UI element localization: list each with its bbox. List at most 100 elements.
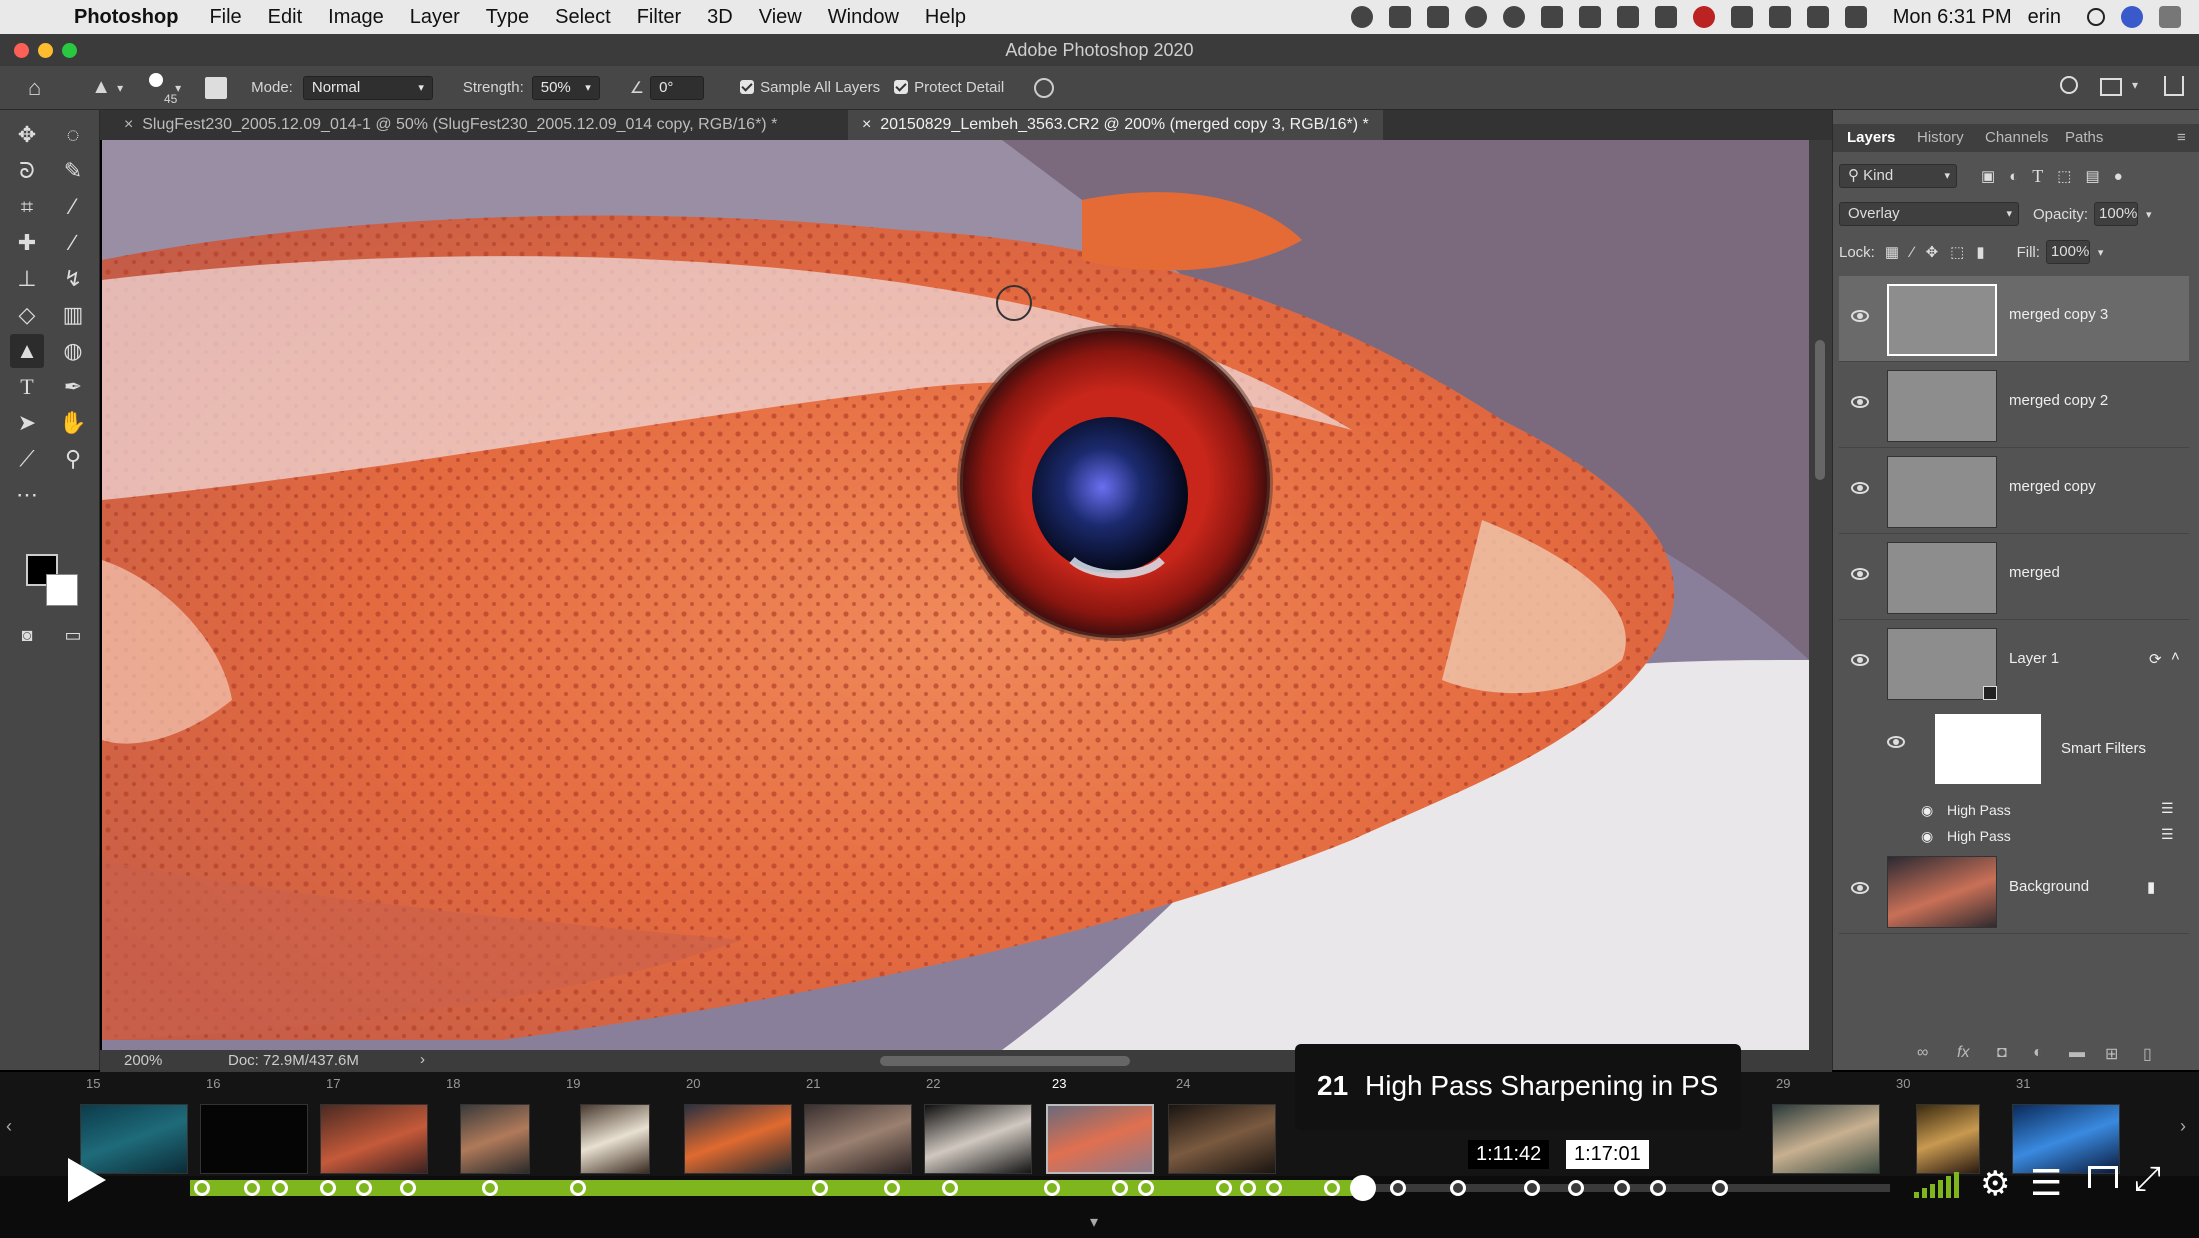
chapters-list-icon[interactable]: ☰ bbox=[2030, 1162, 2062, 1204]
home-icon[interactable]: ⌂ bbox=[28, 75, 41, 101]
tab-slugfest[interactable]: × SlugFest230_2005.12.09_014-1 @ 50% (Sl… bbox=[110, 110, 791, 140]
sharpen-tool-icon[interactable]: ▲ bbox=[10, 334, 44, 368]
filter-options-icon[interactable]: ☰ bbox=[2161, 826, 2174, 843]
chapter-thumbnail[interactable] bbox=[1772, 1104, 1880, 1174]
screen-mode-icon[interactable]: ▭ bbox=[56, 618, 90, 652]
blend-mode-select[interactable]: Overlay ▾ bbox=[1839, 202, 2019, 226]
layer-row[interactable]: Layer 1 ⟳ ˄ bbox=[1839, 620, 2189, 706]
chapter-marker[interactable] bbox=[1614, 1180, 1630, 1196]
chapter-marker[interactable] bbox=[272, 1180, 288, 1196]
chapter-marker[interactable] bbox=[1524, 1180, 1540, 1196]
menu-window[interactable]: Window bbox=[828, 6, 899, 29]
workspace-icon[interactable] bbox=[2100, 78, 2122, 96]
minimize-window-button[interactable] bbox=[38, 43, 53, 58]
filter-pixel-icon[interactable]: ▣ bbox=[1981, 167, 1995, 185]
chapter-marker[interactable] bbox=[1712, 1180, 1728, 1196]
filter-shape-icon[interactable]: ⬚ bbox=[2057, 167, 2071, 185]
layer-name[interactable]: merged copy bbox=[2009, 478, 2096, 495]
protect-detail-checkbox[interactable]: Protect Detail bbox=[894, 79, 1004, 96]
tab-paths[interactable]: Paths bbox=[2065, 124, 2103, 152]
crop-tool-icon[interactable]: ⌗ bbox=[10, 190, 44, 224]
eyedropper-tool-icon[interactable]: ⁄ bbox=[56, 190, 90, 224]
lock-all-icon[interactable]: ▮ bbox=[1976, 243, 1984, 261]
chapter-marker[interactable] bbox=[1240, 1180, 1256, 1196]
airplay-icon[interactable] bbox=[1730, 6, 1753, 28]
arrow-app-icon[interactable] bbox=[1654, 6, 1677, 28]
sharpen-tool-icon[interactable]: ▲ bbox=[91, 76, 111, 99]
chapter-thumbnail[interactable] bbox=[684, 1104, 792, 1174]
lock-image-icon[interactable]: ∕ bbox=[1911, 244, 1914, 261]
eye-icon[interactable] bbox=[1851, 654, 1869, 666]
eye-icon[interactable] bbox=[1851, 482, 1869, 494]
layer-name[interactable]: merged copy 3 bbox=[2009, 306, 2108, 323]
background-color-swatch[interactable] bbox=[46, 574, 78, 606]
m-app-icon[interactable] bbox=[1540, 6, 1563, 28]
chapter-marker[interactable] bbox=[356, 1180, 372, 1196]
brush-tool-icon[interactable]: ∕ bbox=[56, 226, 90, 260]
chapter-marker[interactable] bbox=[1112, 1180, 1128, 1196]
eye-icon[interactable] bbox=[1851, 882, 1869, 894]
menu-layer[interactable]: Layer bbox=[410, 6, 460, 29]
eye-icon[interactable] bbox=[1887, 736, 1905, 748]
move-tool-icon[interactable]: ✥ bbox=[10, 118, 44, 152]
line-tool-icon[interactable]: ⟋ bbox=[10, 442, 44, 476]
scroll-thumb[interactable] bbox=[1815, 340, 1825, 480]
collapse-chevron-icon[interactable]: ▾ bbox=[1090, 1212, 1098, 1232]
menu-select[interactable]: Select bbox=[555, 6, 611, 29]
menu-edit[interactable]: Edit bbox=[268, 6, 302, 29]
layer-row[interactable]: merged copy 3 bbox=[1839, 276, 2189, 362]
menu-view[interactable]: View bbox=[759, 6, 802, 29]
one-password-icon[interactable] bbox=[1502, 6, 1525, 28]
menu-help[interactable]: Help bbox=[925, 6, 966, 29]
chapter-marker[interactable] bbox=[1450, 1180, 1466, 1196]
close-icon[interactable]: × bbox=[124, 116, 133, 133]
menu-3d[interactable]: 3D bbox=[707, 6, 733, 29]
search-icon[interactable] bbox=[2060, 76, 2078, 94]
brush-preview-icon[interactable] bbox=[149, 72, 164, 87]
filter-smart-icon[interactable]: ▤ bbox=[2085, 167, 2099, 185]
chapter-marker[interactable] bbox=[570, 1180, 586, 1196]
dropbox-icon[interactable] bbox=[1578, 6, 1601, 28]
fx-icon[interactable]: fx bbox=[1957, 1044, 1969, 1062]
share-icon[interactable] bbox=[2164, 76, 2184, 96]
zoom-window-button[interactable] bbox=[62, 43, 77, 58]
layer-row[interactable]: merged copy 2 bbox=[1839, 362, 2189, 448]
wifi-icon[interactable] bbox=[1806, 6, 1829, 28]
add-mask-icon[interactable]: ◘ bbox=[1997, 1044, 2007, 1062]
panel-menu-icon[interactable]: ≡ bbox=[2177, 124, 2186, 152]
chapter-thumbnail[interactable] bbox=[460, 1104, 530, 1174]
marquee-tool-icon[interactable]: ◌ bbox=[56, 118, 90, 152]
patch-tool-icon[interactable]: ✚ bbox=[10, 226, 44, 260]
chapter-thumbnail-current[interactable] bbox=[1046, 1104, 1154, 1174]
more-tools-icon[interactable]: ⋯ bbox=[10, 478, 44, 512]
eye-icon[interactable] bbox=[1851, 310, 1869, 322]
chapter-marker[interactable] bbox=[942, 1180, 958, 1196]
chapter-marker[interactable] bbox=[1138, 1180, 1154, 1196]
app-menu[interactable]: Photoshop bbox=[74, 6, 178, 29]
smart-filters-row[interactable]: Smart Filters bbox=[1839, 706, 2189, 802]
eye-icon[interactable]: ◉ bbox=[1921, 802, 1933, 819]
tool-preset-chevron-icon[interactable]: ▾ bbox=[117, 81, 123, 95]
stamp-tool-icon[interactable]: ⊥ bbox=[10, 262, 44, 296]
chapter-thumbnail[interactable] bbox=[2012, 1104, 2120, 1174]
document-canvas[interactable] bbox=[102, 140, 1809, 1050]
chevron-right-icon[interactable]: › bbox=[2180, 1116, 2186, 1137]
menu-clock[interactable]: Mon 6:31 PM bbox=[1893, 6, 2012, 29]
zoom-tool-icon[interactable]: ⚲ bbox=[56, 442, 90, 476]
scrubber-handle[interactable] bbox=[1350, 1175, 1376, 1201]
lock-artboard-icon[interactable]: ⬚ bbox=[1950, 243, 1964, 261]
menu-type[interactable]: Type bbox=[486, 6, 529, 29]
chapter-thumbnail[interactable] bbox=[320, 1104, 428, 1174]
chapter-marker[interactable] bbox=[320, 1180, 336, 1196]
link-layers-icon[interactable]: ∞ bbox=[1917, 1044, 1928, 1062]
chapter-thumbnail[interactable] bbox=[924, 1104, 1032, 1174]
history-brush-tool-icon[interactable]: ↯ bbox=[56, 262, 90, 296]
tab-history[interactable]: History bbox=[1917, 124, 1964, 152]
opacity-input[interactable]: 100% bbox=[2094, 202, 2139, 226]
zoom-level[interactable]: 200% bbox=[124, 1052, 162, 1069]
chapter-thumbnail[interactable] bbox=[1916, 1104, 1980, 1174]
eraser-tool-icon[interactable]: ◇ bbox=[10, 298, 44, 332]
tab-lembeh[interactable]: × 20150829_Lembeh_3563.CR2 @ 200% (merge… bbox=[848, 110, 1383, 140]
filter-type-icon[interactable]: T bbox=[2032, 166, 2043, 187]
group-folder-icon[interactable]: ▬ bbox=[2069, 1044, 2085, 1062]
